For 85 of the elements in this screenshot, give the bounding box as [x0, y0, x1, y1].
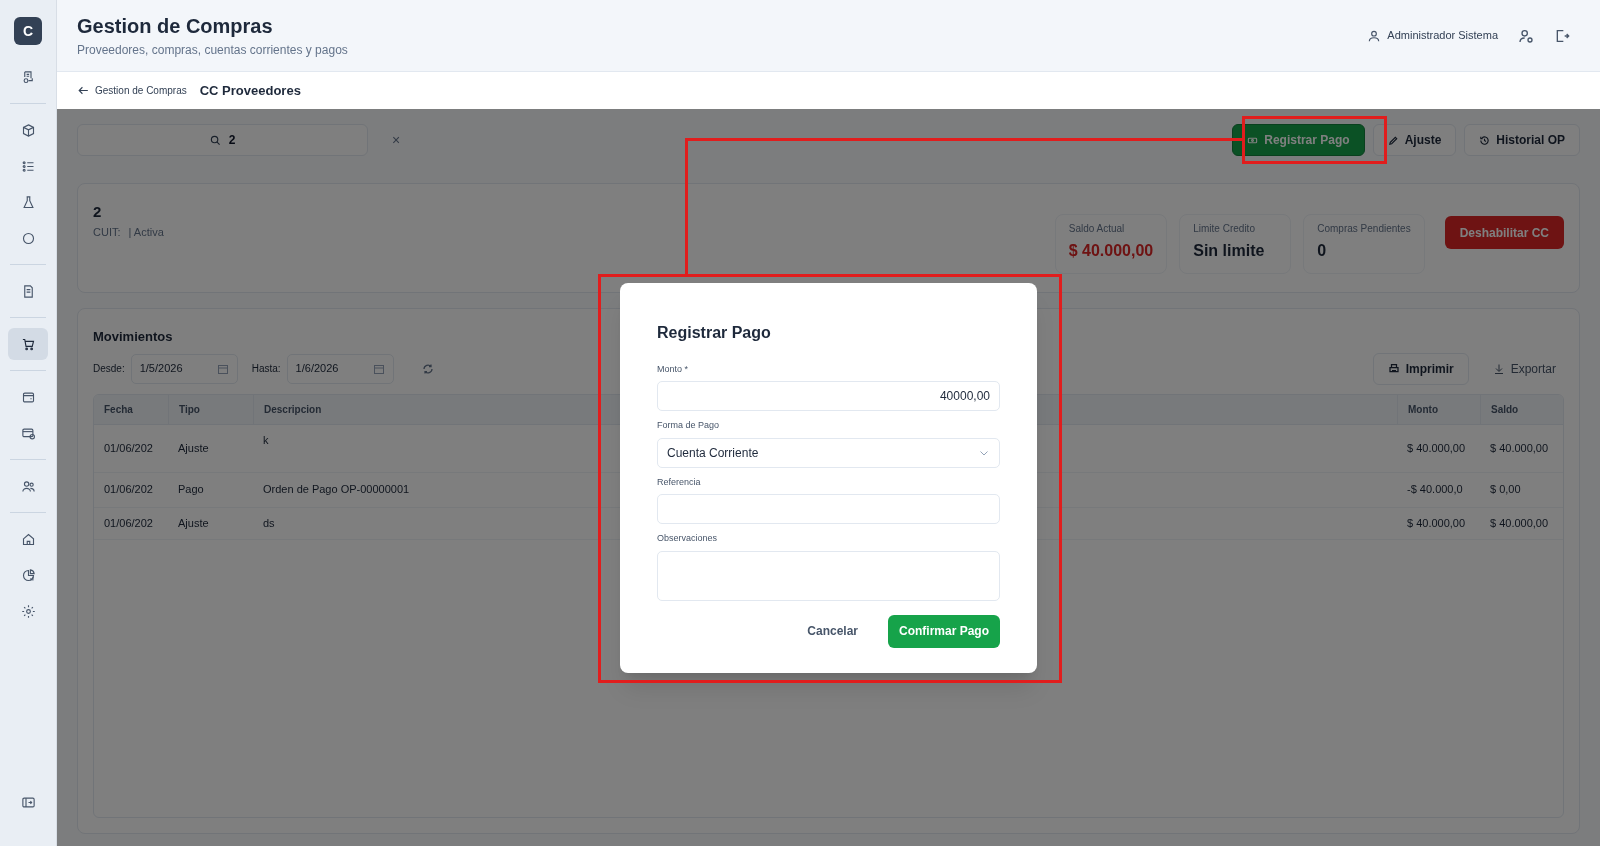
column-header: Descripcion [264, 402, 322, 417]
cuit-label: CUIT: [93, 224, 121, 240]
calendar-icon [216, 362, 229, 375]
confirm-button[interactable]: Confirmar Pago [888, 614, 1000, 648]
export-button[interactable]: Exportar [1484, 352, 1564, 385]
stat-value: 0 [1317, 241, 1328, 261]
table-cell-text: $ 40.000,00 [1407, 440, 1466, 456]
account-name: 2 [93, 202, 103, 222]
users-icon [20, 478, 36, 494]
home-icon [20, 531, 36, 547]
calendar-icon [372, 362, 385, 375]
table-cell-text: 01/06/202 [104, 515, 153, 531]
table-cell-text: -$ 40.000,0 [1407, 482, 1463, 498]
table-cell-text: Ajuste [178, 515, 209, 531]
field-label: Referencia [657, 475, 701, 489]
dialog-title: Registrar Pago [657, 322, 772, 343]
user-icon [1367, 28, 1382, 43]
column-header: Monto [1408, 402, 1438, 417]
column-header: Fecha [104, 402, 133, 417]
clear-button[interactable]: × [392, 129, 401, 151]
user-settings-icon[interactable] [1518, 27, 1534, 44]
field-label: Forma de Pago [657, 419, 720, 432]
register-payment-button[interactable]: Registrar Pago [1232, 124, 1365, 156]
list-icon [20, 158, 36, 174]
stat-label: Limite Credito [1193, 222, 1256, 236]
card-clock-icon [20, 425, 36, 441]
disable-account-button[interactable]: Deshabilitar CC [1444, 216, 1564, 249]
page-subtitle: Proveedores, compras, cuentas corrientes y pagos [77, 41, 348, 59]
app-logo: C [14, 17, 42, 45]
stat-label: Saldo Actual [1068, 222, 1126, 236]
table-cell-text: $ 40.000,00 [1490, 440, 1549, 456]
reference-field[interactable] [657, 494, 1000, 524]
search-icon [209, 134, 221, 146]
circle-icon [20, 230, 36, 246]
table-cell-text: $ 40.000,00 [1407, 515, 1466, 531]
history-icon [1479, 134, 1491, 146]
wallet-icon [20, 389, 36, 405]
page-title: Gestion de Compras [77, 13, 274, 39]
breadcrumb-current: CC Proveedores [199, 81, 301, 100]
table-cell-text: Ajuste [178, 440, 209, 456]
chart-icon [20, 567, 36, 583]
column-header: Tipo [179, 402, 200, 417]
payment-method-select[interactable]: Cuenta Corriente [657, 437, 1000, 468]
search-field[interactable]: 2 [77, 124, 368, 156]
cart-icon [20, 336, 36, 352]
user-menu[interactable]: Administrador Sistema [1367, 27, 1498, 44]
sidebar-toggle-icon[interactable] [20, 795, 36, 810]
logout-icon[interactable] [1554, 27, 1570, 44]
table-cell-text: $ 0,00 [1490, 482, 1521, 498]
box-icon [20, 122, 36, 138]
table-cell-text: ds [263, 515, 275, 531]
sidebar-item[interactable] [8, 328, 48, 360]
stat-label: Compras Pendientes [1317, 222, 1411, 236]
section-title: Movimientos [93, 328, 173, 346]
refresh-icon[interactable] [421, 362, 434, 375]
pencil-icon [1387, 134, 1399, 146]
field-label: Monto * [657, 362, 689, 376]
receipt-icon [20, 69, 36, 85]
settings-icon [20, 603, 36, 619]
table-cell-text: Pago [178, 482, 204, 498]
table-cell-text: 01/06/202 [104, 440, 153, 456]
adjust-button[interactable]: Ajuste [1372, 124, 1457, 156]
amount-field[interactable]: 40000,00 [657, 381, 1000, 411]
table-cell-text: k [263, 432, 269, 448]
date-field[interactable]: 1/5/2026 [130, 353, 238, 384]
column-header: Saldo [1491, 402, 1519, 417]
flask-icon [20, 194, 36, 210]
table-cell-text: Orden de Pago OP-00000001 [263, 482, 410, 498]
download-icon [1492, 362, 1505, 375]
cancel-button[interactable]: Cancelar [797, 615, 868, 647]
notes-field[interactable] [657, 550, 1000, 601]
back-link[interactable]: Gestion de Compras [77, 83, 187, 98]
stat-value: Sin limite [1193, 241, 1266, 261]
table-cell-text: $ 40.000,00 [1490, 515, 1549, 531]
date-field[interactable]: 1/6/2026 [286, 353, 394, 384]
date-label: Hasta: [251, 362, 281, 376]
table-cell-text: 01/06/202 [104, 482, 153, 498]
print-button[interactable]: Imprimir [1372, 352, 1469, 385]
back-arrow-icon [77, 84, 90, 97]
history-button[interactable]: Historial OP [1464, 124, 1580, 156]
stat-value: $ 40.000,00 [1068, 241, 1154, 261]
field-label: Observaciones [657, 532, 718, 545]
printer-icon [1387, 362, 1400, 375]
date-label: Desde: [93, 362, 125, 376]
account-status: | Activa [128, 224, 164, 240]
